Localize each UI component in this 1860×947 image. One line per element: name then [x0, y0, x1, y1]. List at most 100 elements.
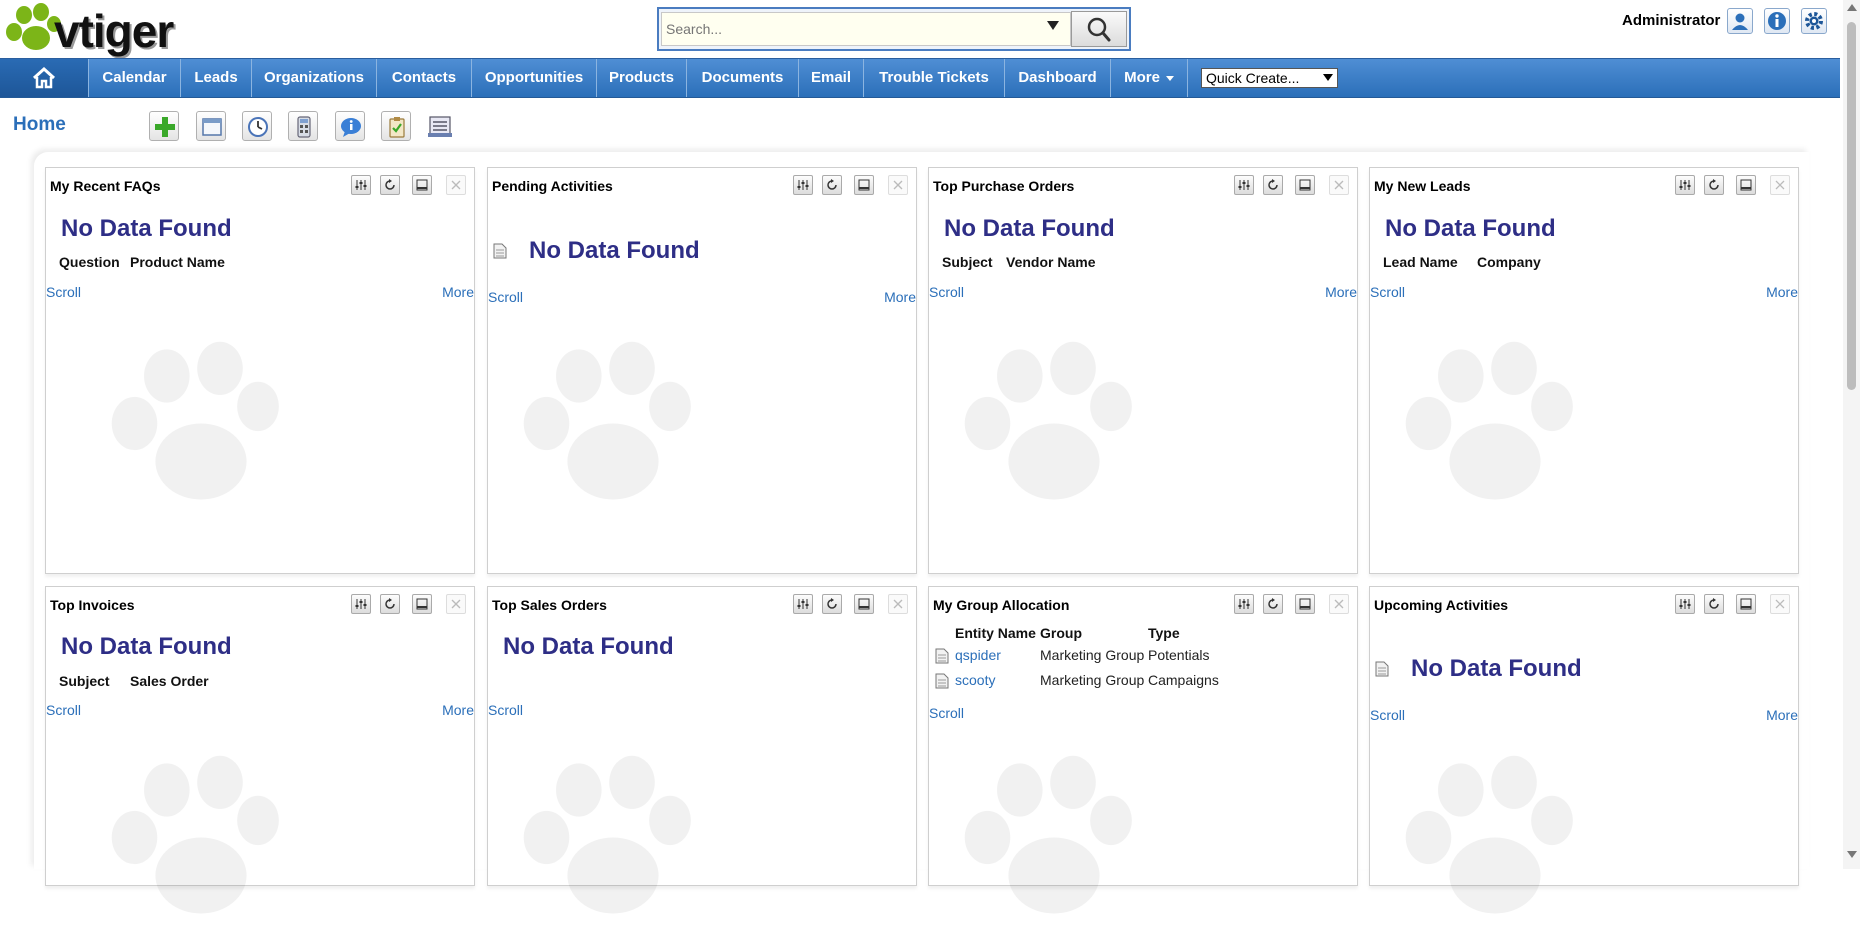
clipboard-icon[interactable] [381, 111, 411, 141]
scroll-link[interactable]: Scroll [929, 284, 964, 300]
widget-settings-icon[interactable] [1675, 594, 1695, 614]
home-button[interactable] [0, 59, 89, 97]
scroll-link[interactable]: Scroll [1370, 284, 1405, 300]
scroll-up-arrow-icon[interactable] [1847, 4, 1857, 11]
notebook-icon[interactable] [426, 113, 454, 141]
scroll-down-arrow-icon[interactable] [1847, 851, 1857, 858]
nav-products[interactable]: Products [597, 59, 687, 97]
nav-organizations[interactable]: Organizations [252, 59, 377, 97]
scroll-link[interactable]: Scroll [488, 289, 523, 305]
more-link[interactable]: More [884, 289, 916, 305]
widget-refresh-icon[interactable] [380, 594, 400, 614]
widget-refresh-icon[interactable] [822, 175, 842, 195]
column-header: Product Name [130, 254, 225, 270]
nav-trouble-tickets[interactable]: Trouble Tickets [864, 59, 1005, 97]
scrollbar-thumb[interactable] [1847, 22, 1856, 390]
widget-refresh-icon[interactable] [1704, 175, 1724, 195]
group-cell: Marketing Group [1040, 647, 1145, 663]
widget-settings-icon[interactable] [1234, 594, 1254, 614]
widget-close-icon[interactable] [1329, 594, 1349, 614]
widget-title: My Recent FAQs [50, 178, 161, 194]
nav-contacts[interactable]: Contacts [377, 59, 472, 97]
search-input[interactable] [661, 12, 1071, 46]
more-link[interactable]: More [1766, 707, 1798, 723]
widget-refresh-icon[interactable] [1263, 175, 1283, 195]
quick-create-label: Quick Create... [1206, 70, 1300, 86]
more-link[interactable]: More [1766, 284, 1798, 300]
no-data-message: No Data Found [61, 633, 232, 660]
info-icon[interactable] [1764, 8, 1790, 34]
widget-close-icon[interactable] [888, 594, 908, 614]
search-dropdown-caret-icon[interactable] [1047, 21, 1059, 30]
widget-minimize-icon[interactable] [412, 594, 432, 614]
widget-close-icon[interactable] [446, 594, 466, 614]
widget-minimize-icon[interactable] [1736, 175, 1756, 195]
more-link[interactable]: More [442, 702, 474, 718]
scroll-link[interactable]: Scroll [1370, 707, 1405, 723]
widget-minimize-icon[interactable] [1295, 175, 1315, 195]
widget-settings-icon[interactable] [793, 175, 813, 195]
widget-refresh-icon[interactable] [1263, 594, 1283, 614]
chat-icon[interactable] [335, 111, 365, 141]
more-link[interactable]: More [442, 284, 474, 300]
widget-refresh-icon[interactable] [822, 594, 842, 614]
document-icon [493, 243, 507, 259]
nav-dashboard[interactable]: Dashboard [1005, 59, 1111, 97]
column-header: Entity Name [955, 625, 1036, 641]
nav-opportunities[interactable]: Opportunities [472, 59, 597, 97]
widget-minimize-icon[interactable] [854, 594, 874, 614]
widget-title: My New Leads [1374, 178, 1471, 194]
home-icon [32, 67, 56, 89]
nav-more[interactable]: More [1111, 59, 1188, 97]
entity-link[interactable]: qspider [955, 647, 1001, 663]
group-cell: Marketing Group [1040, 672, 1145, 688]
widget-upcoming-activities: Upcoming Activities No Data Found Scroll… [1369, 586, 1799, 914]
widget-minimize-icon[interactable] [854, 175, 874, 195]
window-icon[interactable] [196, 111, 226, 141]
widget-refresh-icon[interactable] [380, 175, 400, 195]
calculator-icon[interactable] [288, 111, 318, 141]
paw-watermark-icon [964, 755, 1132, 914]
no-data-message: No Data Found [1385, 215, 1556, 242]
widget-close-icon[interactable] [446, 175, 466, 195]
quick-create-select[interactable]: Quick Create... [1201, 68, 1338, 88]
widget-settings-icon[interactable] [351, 594, 371, 614]
vtiger-logo[interactable]: vtiger [4, 2, 214, 57]
add-widget-icon[interactable] [149, 111, 179, 141]
widget-minimize-icon[interactable] [412, 175, 432, 195]
user-profile-icon[interactable] [1727, 8, 1753, 34]
scroll-link[interactable]: Scroll [929, 705, 964, 721]
page-scrollbar[interactable] [1843, 0, 1860, 869]
scroll-link[interactable]: Scroll [46, 702, 81, 718]
settings-gear-icon[interactable] [1801, 8, 1827, 34]
nav-email[interactable]: Email [799, 59, 864, 97]
widget-settings-icon[interactable] [1675, 175, 1695, 195]
widget-close-icon[interactable] [1770, 594, 1790, 614]
nav-calendar[interactable]: Calendar [89, 59, 181, 97]
current-user-name[interactable]: Administrator [1622, 12, 1720, 29]
widget-top-invoices: Top Invoices No Data Found Subject Sales… [45, 586, 475, 914]
widget-minimize-icon[interactable] [1736, 594, 1756, 614]
scroll-link[interactable]: Scroll [46, 284, 81, 300]
widget-settings-icon[interactable] [351, 175, 371, 195]
entity-link[interactable]: scooty [955, 672, 995, 688]
widget-minimize-icon[interactable] [1295, 594, 1315, 614]
paw-watermark-icon [111, 341, 279, 500]
widget-refresh-icon[interactable] [1704, 594, 1724, 614]
widget-close-icon[interactable] [888, 175, 908, 195]
widget-close-icon[interactable] [1770, 175, 1790, 195]
widget-title: Pending Activities [492, 178, 613, 194]
more-link[interactable]: More [1325, 284, 1357, 300]
nav-leads[interactable]: Leads [181, 59, 252, 97]
nav-more-label: More [1124, 69, 1160, 86]
widget-settings-icon[interactable] [1234, 175, 1254, 195]
nav-documents[interactable]: Documents [687, 59, 799, 97]
widget-settings-icon[interactable] [793, 594, 813, 614]
scroll-link[interactable]: Scroll [488, 702, 523, 718]
widget-title: My Group Allocation [933, 597, 1070, 613]
clock-icon[interactable] [242, 111, 272, 141]
document-icon [935, 673, 949, 689]
search-button[interactable] [1071, 11, 1127, 47]
column-header: Company [1477, 254, 1541, 270]
widget-close-icon[interactable] [1329, 175, 1349, 195]
